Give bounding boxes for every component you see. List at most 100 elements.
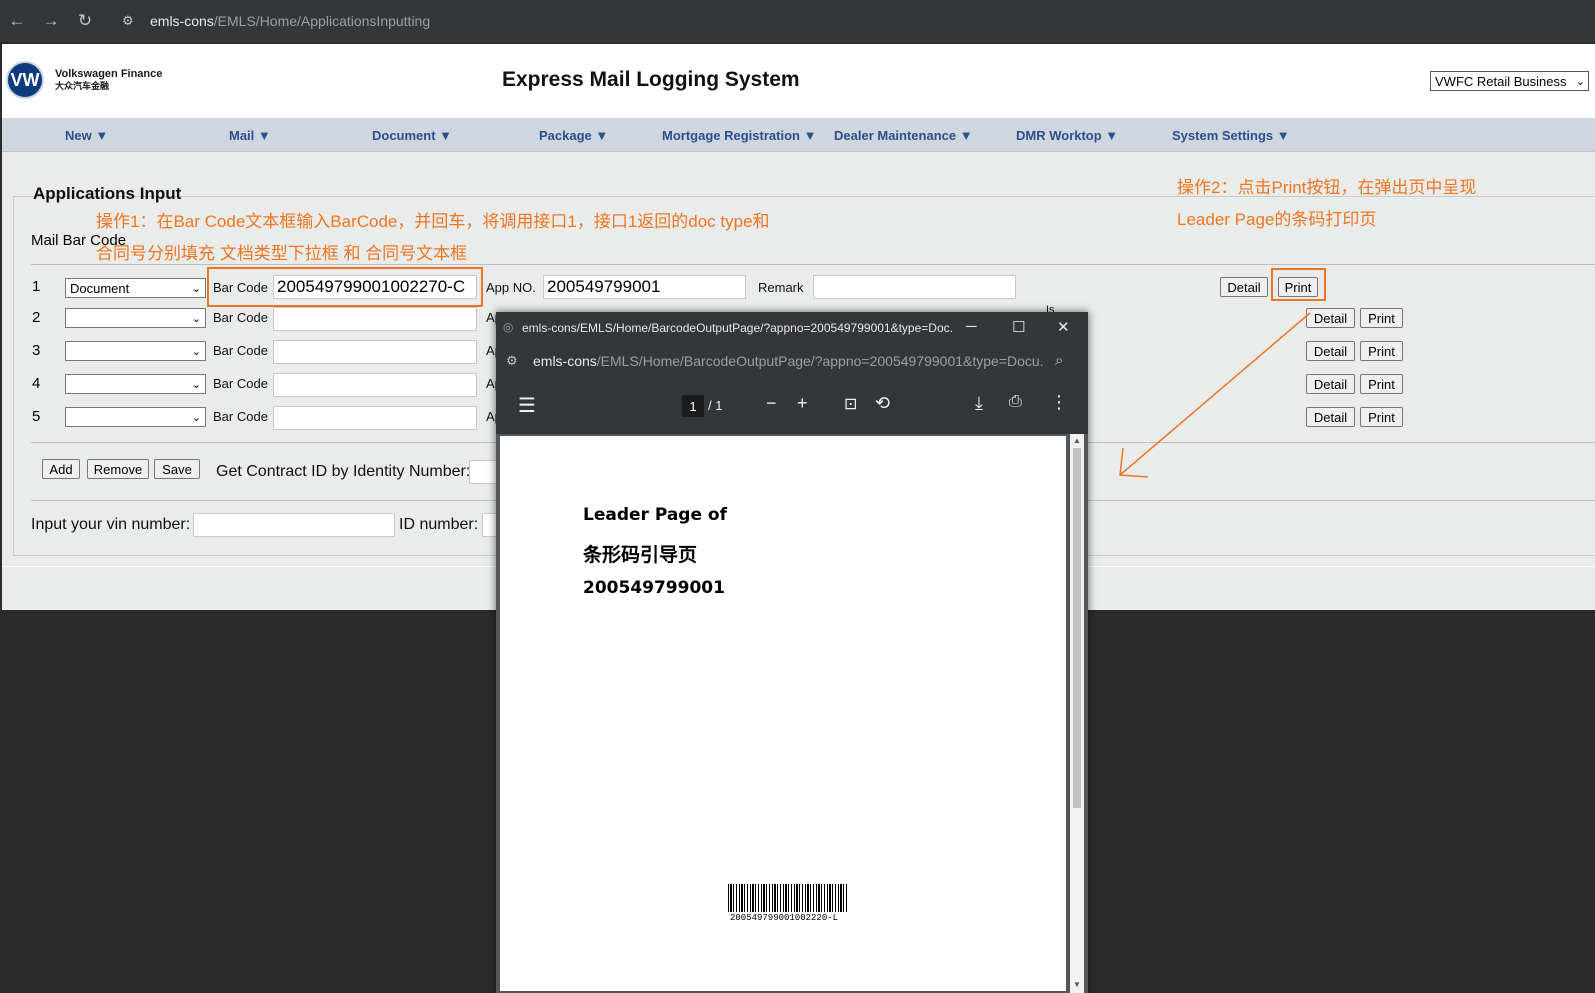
- barcode-label: Bar Code: [213, 343, 268, 358]
- zoom-in-icon[interactable]: +: [797, 393, 808, 414]
- popup-url-path: /EMLS/Home/BarcodeOutputPage/?appno=2005…: [596, 353, 1045, 369]
- barcode-image: [728, 884, 848, 912]
- appno-label: App NO.: [486, 280, 536, 295]
- close-icon[interactable]: ✕: [1057, 318, 1070, 336]
- remark-input[interactable]: [813, 275, 1016, 299]
- annotation-step1-line2: 合同号分别填充 文档类型下拉框 和 合同号文本框: [96, 244, 468, 263]
- pdf-scrollbar[interactable]: ▲ ▼: [1070, 434, 1084, 993]
- doc-type-select[interactable]: Document ⌄: [65, 278, 206, 298]
- popup-address-bar[interactable]: ⚙ emls-cons/EMLS/Home/BarcodeOutputPage/…: [496, 344, 1088, 378]
- forward-icon[interactable]: →: [34, 11, 68, 31]
- app-title: Express Mail Logging System: [502, 68, 800, 91]
- maximize-icon[interactable]: ☐: [1012, 318, 1025, 336]
- print-button[interactable]: Print: [1360, 374, 1403, 394]
- chevron-down-icon: ⌄: [191, 282, 201, 295]
- pdf-toolbar: ☰ 1 / 1 − + ⊡ ⟲ ⤓ ⎙ ⋮: [496, 378, 1088, 434]
- zoom-icon[interactable]: ⌕: [1055, 352, 1063, 369]
- barcode-output-window: ◎ emls-cons/EMLS/Home/BarcodeOutputPage/…: [496, 312, 1088, 993]
- site-info-icon[interactable]: ⚙: [122, 13, 144, 29]
- barcode-label: Bar Code: [213, 310, 268, 325]
- business-select[interactable]: VWFC Retail Business ⌄: [1430, 71, 1589, 91]
- row-number: 3: [32, 342, 41, 359]
- barcode-input[interactable]: [273, 406, 477, 430]
- row-number: 4: [32, 375, 41, 392]
- detail-button[interactable]: Detail: [1220, 277, 1268, 297]
- barcode-label: Bar Code: [213, 376, 268, 391]
- page-number-input[interactable]: 1: [682, 395, 704, 417]
- pdf-page: Leader Page of 条形码引导页 200549799001 20054…: [500, 436, 1066, 991]
- doc-type-select[interactable]: ⌄: [65, 407, 206, 427]
- minimize-icon[interactable]: ─: [966, 318, 977, 335]
- back-icon[interactable]: ←: [0, 11, 34, 31]
- menu-icon[interactable]: ☰: [518, 393, 536, 418]
- row-number: 5: [32, 408, 41, 425]
- vin-input[interactable]: [193, 513, 395, 537]
- detail-button[interactable]: Detail: [1306, 308, 1355, 328]
- menu-document[interactable]: Document ▼: [372, 128, 452, 143]
- zoom-out-icon[interactable]: −: [766, 393, 777, 414]
- print-button[interactable]: Print: [1360, 407, 1403, 427]
- chevron-down-icon: ⌄: [191, 411, 201, 424]
- scroll-thumb[interactable]: [1073, 448, 1081, 808]
- doc-type-value: Document: [70, 280, 130, 296]
- browser-toolbar: ← → ↻ ⚙ emls-cons/EMLS/Home/Applications…: [0, 0, 1595, 42]
- menu-dmr-worktop[interactable]: DMR Worktop ▼: [1016, 128, 1118, 143]
- scroll-up-icon[interactable]: ▲: [1073, 436, 1081, 445]
- url-host: emls-cons: [150, 13, 214, 29]
- detail-button[interactable]: Detail: [1306, 407, 1355, 427]
- barcode-input[interactable]: [273, 307, 477, 331]
- leader-page-appno: 200549799001: [583, 578, 725, 598]
- brand: Volkswagen Finance 大众汽车金融: [55, 68, 162, 92]
- id-number-label: ID number:: [399, 516, 479, 533]
- barcode-input[interactable]: [273, 373, 477, 397]
- annotation-step2-line2: Leader Page的条码打印页: [1177, 210, 1377, 229]
- doc-type-select[interactable]: ⌄: [65, 374, 206, 394]
- pdf-viewer: Leader Page of 条形码引导页 200549799001 20054…: [496, 434, 1088, 993]
- page-total: / 1: [708, 398, 723, 413]
- menu-mortgage-registration[interactable]: Mortgage Registration ▼: [662, 128, 816, 143]
- print-icon[interactable]: ⎙: [1009, 393, 1022, 411]
- page-header: VW Volkswagen Finance 大众汽车金融 Express Mai…: [2, 44, 1595, 118]
- save-button[interactable]: Save: [154, 459, 200, 479]
- address-bar[interactable]: emls-cons/EMLS/Home/ApplicationsInputtin…: [150, 13, 430, 29]
- reload-icon[interactable]: ↻: [68, 11, 102, 31]
- doc-type-select[interactable]: ⌄: [65, 341, 206, 361]
- print-highlight-box: [1271, 268, 1326, 301]
- print-button[interactable]: Print: [1360, 341, 1403, 361]
- download-icon[interactable]: ⤓: [975, 393, 983, 414]
- print-button[interactable]: Print: [1360, 308, 1403, 328]
- leader-page-title: Leader Page of: [583, 505, 728, 525]
- url-path: /EMLS/Home/ApplicationsInputting: [213, 13, 431, 29]
- rotate-icon[interactable]: ⟲: [875, 393, 890, 414]
- doc-type-select[interactable]: ⌄: [65, 308, 206, 328]
- popup-title: emls-cons/EMLS/Home/BarcodeOutputPage/?a…: [522, 321, 954, 335]
- brand-name-en: Volkswagen Finance: [55, 68, 163, 80]
- site-settings-icon[interactable]: ⚙: [506, 353, 518, 369]
- row-number: 1: [32, 278, 41, 295]
- chevron-down-icon: ⌄: [191, 378, 201, 391]
- appno-input[interactable]: 200549799001: [543, 275, 746, 299]
- menu-new[interactable]: New ▼: [65, 128, 108, 143]
- chevron-down-icon: ⌄: [191, 345, 201, 358]
- fit-page-icon[interactable]: ⊡: [844, 394, 857, 414]
- detail-button[interactable]: Detail: [1306, 374, 1355, 394]
- barcode-input[interactable]: [273, 340, 477, 364]
- barcode-caption: 200549799001002220-L: [730, 913, 839, 923]
- detail-button[interactable]: Detail: [1306, 341, 1355, 361]
- menu-mail[interactable]: Mail ▼: [229, 128, 271, 143]
- remark-label: Remark: [758, 280, 804, 295]
- annotation-step2-line1: 操作2：点击Print按钮，在弹出页中呈现: [1177, 178, 1477, 197]
- add-button[interactable]: Add: [42, 459, 80, 479]
- brand-name-cn: 大众汽车金融: [55, 81, 110, 91]
- business-select-value: VWFC Retail Business: [1435, 73, 1567, 89]
- remove-button[interactable]: Remove: [87, 459, 149, 479]
- barcode-label: Bar Code: [213, 409, 268, 424]
- scroll-down-icon[interactable]: ▼: [1073, 980, 1081, 989]
- more-options-icon[interactable]: ⋮: [1050, 392, 1068, 413]
- menu-package[interactable]: Package ▼: [539, 128, 608, 143]
- menu-system-settings[interactable]: System Settings ▼: [1172, 128, 1290, 143]
- menu-dealer-maintenance[interactable]: Dealer Maintenance ▼: [834, 128, 973, 143]
- chevron-down-icon: ⌄: [191, 312, 201, 325]
- contract-id-label: Get Contract ID by Identity Number:: [216, 463, 471, 480]
- vw-logo: VW: [6, 61, 44, 99]
